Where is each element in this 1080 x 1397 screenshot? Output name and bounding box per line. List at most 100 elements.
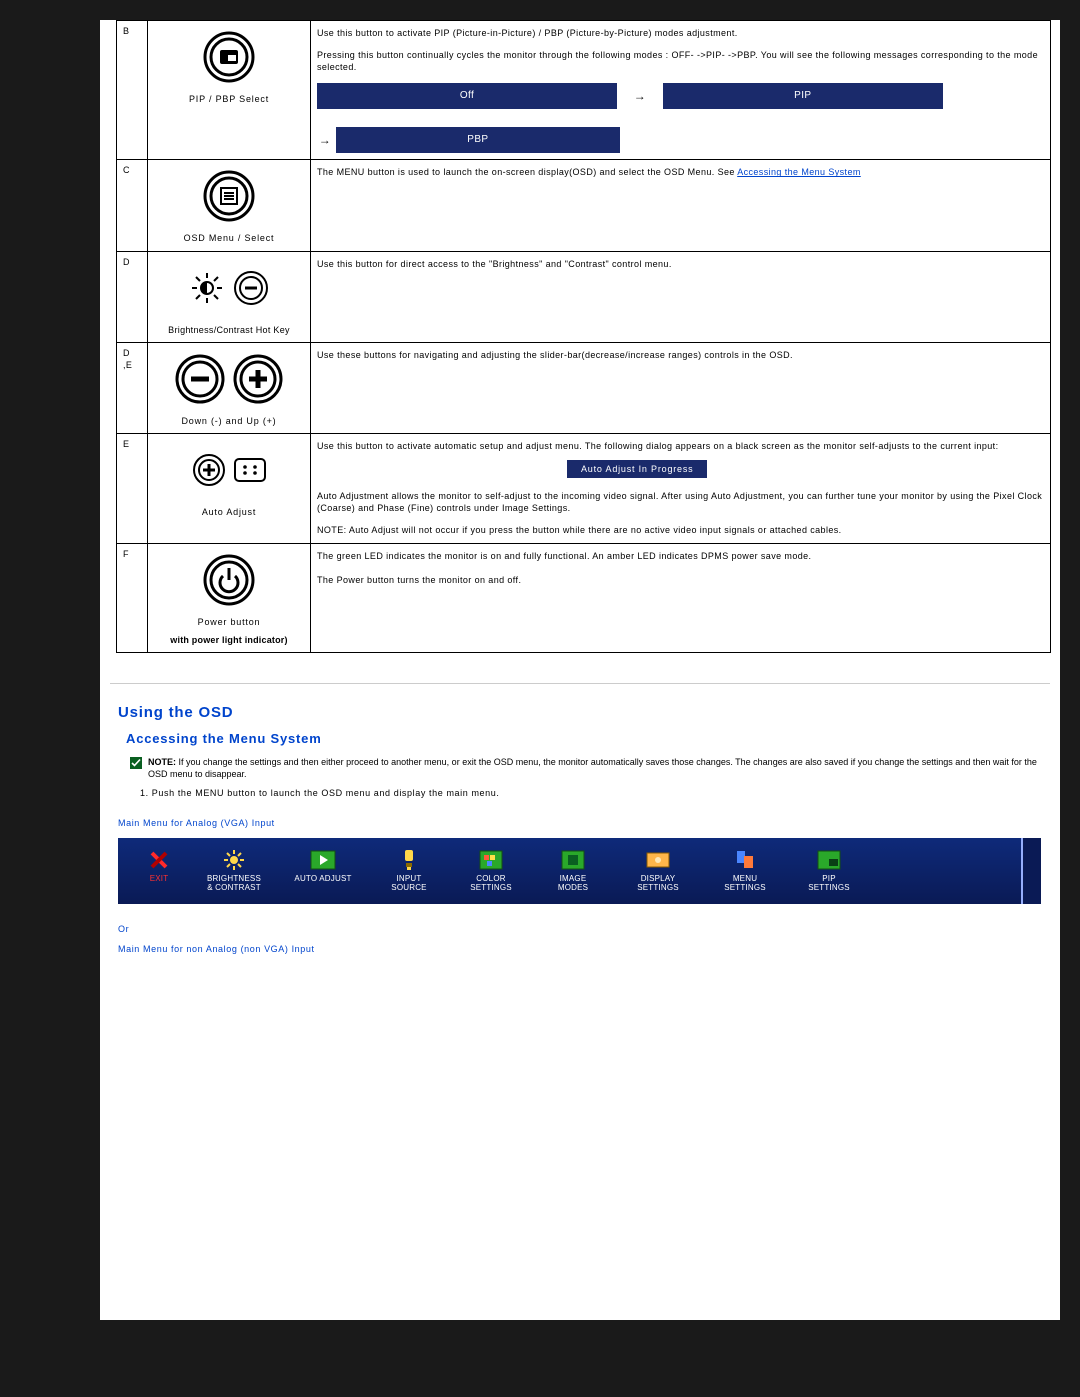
button-description: Use this button for direct access to the… — [311, 251, 1051, 342]
note-text: Auto Adjust will not occur if you press … — [349, 525, 842, 535]
accessing-menu-heading: Accessing the Menu System — [126, 731, 1060, 746]
inputsource-icon — [368, 849, 450, 871]
button-icon-cell: Brightness/Contrast Hot Key — [148, 251, 311, 342]
auto-adjust-screen-icon — [233, 457, 267, 483]
button-icon-cell: OSD Menu / Select — [148, 160, 311, 251]
desc-line: Use these buttons for navigating and adj… — [317, 349, 1044, 361]
pip-pbp-icon — [201, 29, 257, 85]
row-letter: D ,E — [117, 342, 148, 433]
colorsettings-icon — [450, 849, 532, 871]
or-text: Or — [118, 924, 1060, 934]
button-description: The MENU button is used to launch the on… — [311, 160, 1051, 251]
osd-item-pipsettings[interactable]: PIP SETTINGS — [788, 847, 870, 895]
osd-item-displaysettings[interactable]: DISPLAY SETTINGS — [614, 847, 702, 895]
table-row: E Auto — [117, 433, 1051, 543]
osd-item-colorsettings[interactable]: COLOR SETTINGS — [450, 847, 532, 895]
auto-adjust-plus-icon — [191, 452, 227, 488]
osd-item-brightness[interactable]: BRIGHTNESS & CONTRAST — [190, 847, 278, 895]
table-row: F Power button with power light indicato… — [117, 543, 1051, 652]
mode-pbp-block: PBP — [336, 127, 620, 153]
table-row: D ,E Down (-) and Up (+) — [117, 342, 1051, 433]
brightness-icon — [188, 269, 226, 307]
osd-item-label: IMAGE MODES — [532, 875, 614, 895]
row-letter: F — [117, 543, 148, 652]
osd-item-label: AUTO ADJUST — [278, 875, 368, 895]
mode-diagram: Off → PIP — [317, 83, 1044, 109]
row-letter: E — [117, 433, 148, 543]
note-prefix: NOTE: — [317, 525, 349, 535]
osd-item-inputsource[interactable]: INPUT SOURCE — [368, 847, 450, 895]
front-panel-buttons-table: B PIP / PBP Select Use this button to ac… — [116, 20, 1051, 653]
button-description: Use this button to activate automatic se… — [311, 433, 1051, 543]
menusettings-icon — [702, 849, 788, 871]
button-description: The green LED indicates the monitor is o… — [311, 543, 1051, 652]
arrow-icon: → — [317, 132, 333, 148]
osd-item-exit[interactable]: EXIT — [128, 847, 190, 895]
note-icon — [130, 757, 142, 769]
osd-main-menu-bar: EXITBRIGHTNESS & CONTRASTAUTO ADJUSTINPU… — [118, 838, 1041, 904]
desc-line: The Power button turns the monitor on an… — [317, 574, 1044, 586]
button-icon-cell: PIP / PBP Select — [148, 21, 311, 160]
button-icon-cell: Auto Adjust — [148, 433, 311, 543]
row-letter: C — [117, 160, 148, 251]
button-label: PIP / PBP Select — [154, 93, 304, 105]
power-icon — [201, 552, 257, 608]
brightness-icon — [190, 849, 278, 871]
row-letter: B — [117, 21, 148, 160]
autoadjust-icon — [278, 849, 368, 871]
divider — [110, 683, 1050, 684]
accessing-menu-link[interactable]: Accessing the Menu System — [737, 167, 861, 177]
osd-bar-right-cap — [1021, 838, 1041, 904]
displaysettings-icon — [614, 849, 702, 871]
desc-line: Use this button for direct access to the… — [317, 258, 1044, 270]
mode-pip-block: PIP — [663, 83, 943, 109]
table-row: B PIP / PBP Select Use this button to ac… — [117, 21, 1051, 160]
osd-item-autoadjust[interactable]: AUTO ADJUST — [278, 847, 368, 895]
osd-item-imagemodes[interactable]: IMAGE MODES — [532, 847, 614, 895]
note-prefix: NOTE: — [148, 757, 179, 767]
note-row: NOTE: If you change the settings and the… — [130, 756, 1050, 780]
button-label: Down (-) and Up (+) — [154, 415, 304, 427]
using-osd-heading: Using the OSD — [118, 704, 1060, 721]
table-row: D — [117, 251, 1051, 342]
button-sublabel: with power light indicator) — [154, 634, 304, 646]
mode-off-block: Off — [317, 83, 617, 109]
contrast-icon — [232, 269, 270, 307]
button-icon-cell: Down (-) and Up (+) — [148, 342, 311, 433]
desc-line: The green LED indicates the monitor is o… — [317, 550, 1044, 562]
desc-line: Pressing this button continually cycles … — [317, 49, 1044, 73]
up-plus-icon — [232, 353, 284, 405]
osd-item-label: DISPLAY SETTINGS — [614, 875, 702, 895]
button-icon-cell: Power button with power light indicator) — [148, 543, 311, 652]
osd-item-label: COLOR SETTINGS — [450, 875, 532, 895]
osd-item-label: BRIGHTNESS & CONTRAST — [190, 875, 278, 895]
row-letter: D — [117, 251, 148, 342]
button-label: Brightness/Contrast Hot Key — [154, 324, 304, 336]
desc-line: Use this button to activate PIP (Picture… — [317, 27, 1044, 39]
desc-line: The MENU button is used to launch the on… — [317, 167, 737, 177]
osd-item-label: INPUT SOURCE — [368, 875, 450, 895]
osd-item-label: MENU SETTINGS — [702, 875, 788, 895]
auto-adjust-progress-block: Auto Adjust In Progress — [567, 460, 707, 478]
button-label: Power button — [154, 616, 304, 628]
note-text: If you change the settings and then eith… — [148, 757, 1037, 779]
step-1: 1. Push the MENU button to launch the OS… — [140, 788, 1050, 798]
exit-icon — [128, 849, 190, 871]
osd-item-label: EXIT — [128, 875, 190, 895]
button-description: Use these buttons for navigating and adj… — [311, 342, 1051, 433]
button-label: OSD Menu / Select — [154, 232, 304, 244]
menu-select-icon — [201, 168, 257, 224]
osd-item-menusettings[interactable]: MENU SETTINGS — [702, 847, 788, 895]
osd-item-label: PIP SETTINGS — [788, 875, 870, 895]
button-description: Use this button to activate PIP (Picture… — [311, 21, 1051, 160]
table-row: C OSD Menu / Select The MENU button is u… — [117, 160, 1051, 251]
arrow-icon: → — [620, 88, 660, 104]
imagemodes-icon — [532, 849, 614, 871]
desc-line: Use this button to activate automatic se… — [317, 440, 1044, 452]
button-label: Auto Adjust — [154, 506, 304, 518]
desc-line: Auto Adjustment allows the monitor to se… — [317, 490, 1044, 514]
vga-heading: Main Menu for Analog (VGA) Input — [118, 818, 1060, 828]
pipsettings-icon — [788, 849, 870, 871]
nonvga-heading: Main Menu for non Analog (non VGA) Input — [118, 944, 1060, 954]
down-minus-icon — [174, 353, 226, 405]
